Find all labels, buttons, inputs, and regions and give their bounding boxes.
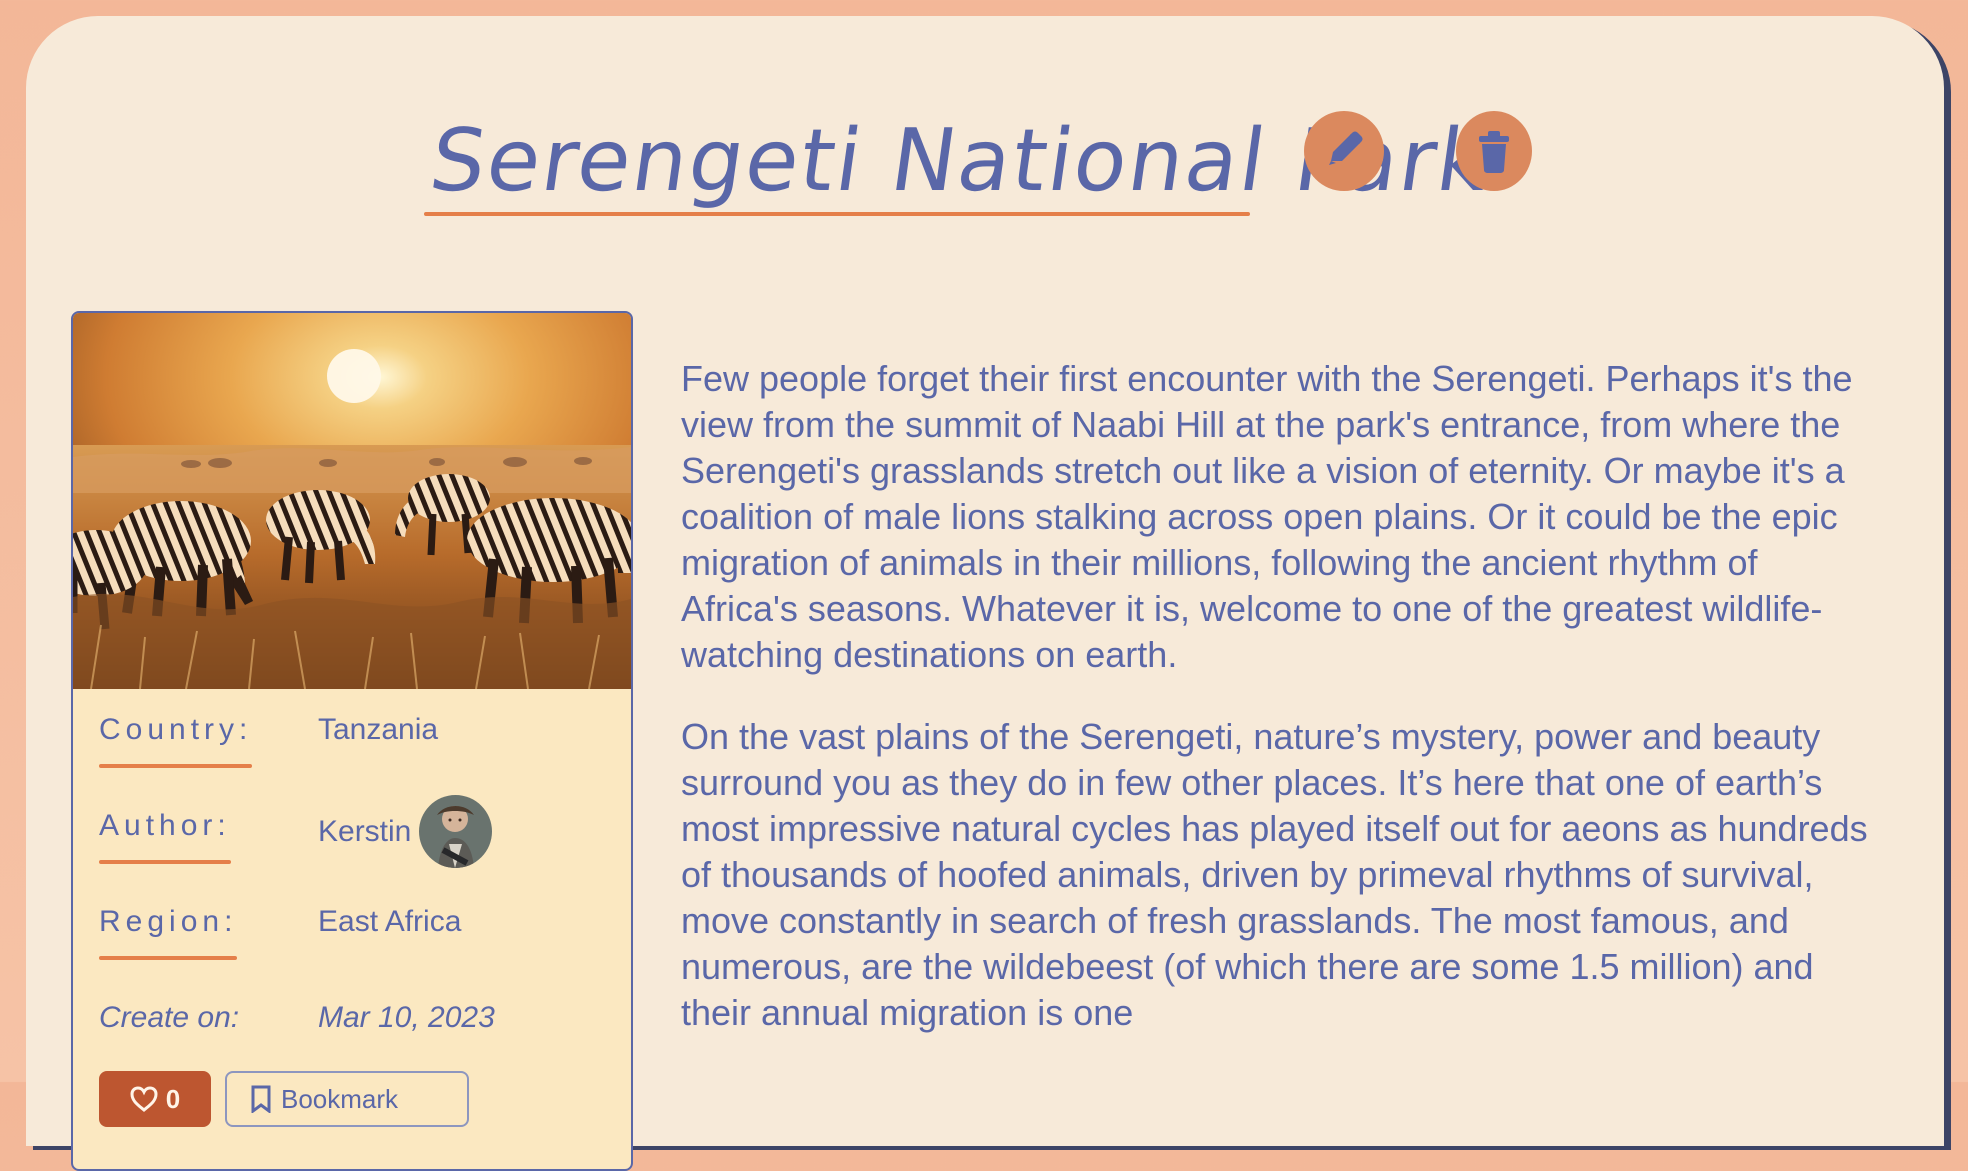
country-row: Country: Tanzania — [99, 711, 609, 807]
destination-description: Few people forget their first encounter … — [681, 356, 1881, 1072]
title-row: Serengeti National Park — [26, 111, 1944, 231]
avatar — [419, 795, 493, 868]
card-actions: 0 Bookmark — [99, 1071, 609, 1131]
heart-icon — [130, 1086, 158, 1112]
destination-info-card: Country: Tanzania Author: Kerstin Region… — [71, 311, 633, 1171]
bookmark-button[interactable]: Bookmark — [225, 1071, 469, 1127]
trash-icon — [1479, 131, 1509, 173]
description-paragraph: Few people forget their first encounter … — [681, 358, 1853, 675]
edit-button[interactable] — [1304, 111, 1384, 191]
pencil-icon — [1329, 131, 1363, 165]
destination-page-card: Serengeti National Park Country: Tanzani… — [26, 16, 1944, 1171]
like-count: 0 — [165, 1083, 181, 1114]
delete-button[interactable] — [1456, 111, 1532, 191]
serengeti-zebra-image — [73, 313, 631, 689]
title-underline — [424, 212, 1250, 216]
created-label: Create on: — [99, 1001, 240, 1034]
created-value: Mar 10, 2023 — [318, 1001, 495, 1034]
region-row: Region: East Africa — [99, 903, 609, 999]
description-paragraph: On the vast plains of the Serengeti, nat… — [681, 716, 1868, 1033]
author-value: Kerstin — [318, 795, 493, 868]
country-label: Country: — [99, 711, 253, 768]
created-row: Create on: Mar 10, 2023 — [99, 999, 609, 1071]
author-label: Author: — [99, 807, 231, 864]
region-label: Region: — [99, 903, 238, 960]
bookmark-label: Bookmark — [281, 1083, 399, 1114]
bookmark-icon — [251, 1085, 271, 1113]
like-button[interactable]: 0 — [99, 1071, 211, 1127]
country-value: Tanzania — [318, 713, 439, 746]
region-value: East Africa — [318, 905, 462, 938]
author-name: Kerstin — [318, 814, 412, 848]
destination-details: Country: Tanzania Author: Kerstin Region… — [99, 711, 609, 1071]
author-row: Author: Kerstin — [99, 795, 609, 903]
